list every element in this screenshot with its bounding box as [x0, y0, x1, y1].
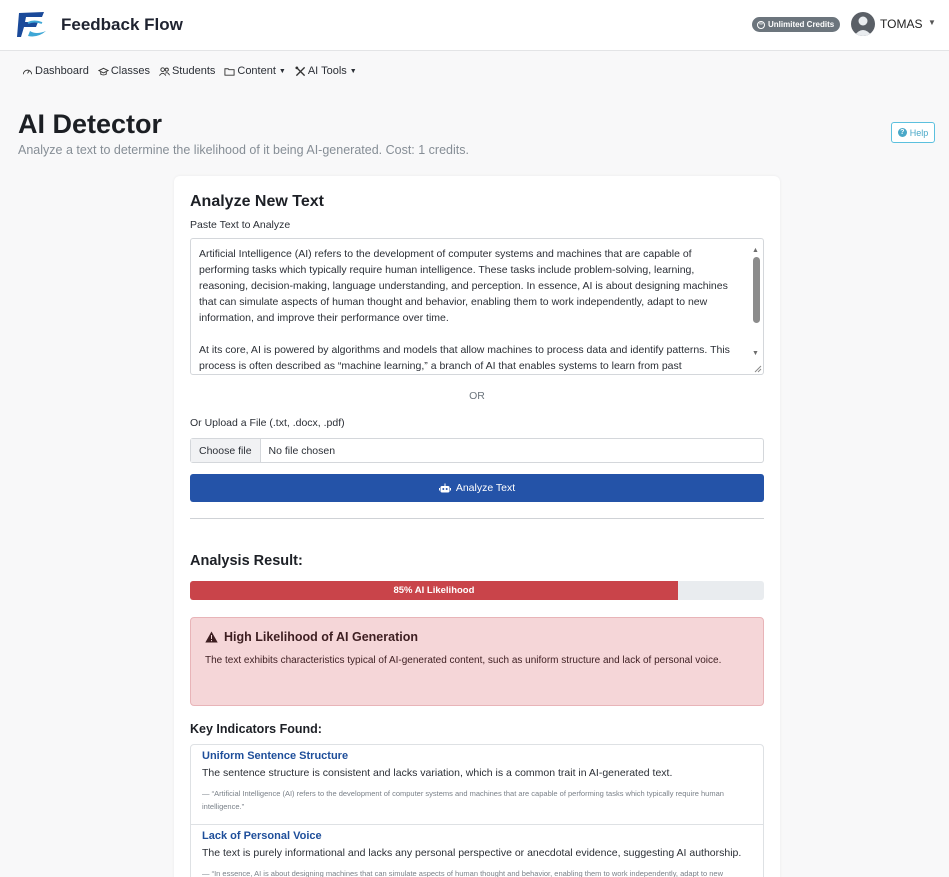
choose-file-button[interactable]: Choose file [191, 439, 261, 462]
list-item: Uniform Sentence Structure The sentence … [191, 745, 763, 825]
text-label: Paste Text to Analyze [190, 219, 291, 231]
caret-down-icon[interactable]: ▼ [928, 18, 936, 27]
robot-icon [438, 483, 451, 492]
progress-label: 85% AI Likelihood [393, 585, 475, 596]
result-alert: High Likelihood of AI Generation The tex… [190, 617, 764, 706]
indicator-name: Uniform Sentence Structure [202, 750, 349, 762]
graduation-cap-icon [97, 67, 109, 75]
nav-item-ai-tools[interactable]: AI Tools ▼ [295, 65, 357, 77]
nav-label: Content [237, 65, 276, 77]
folder-icon [224, 67, 235, 76]
text-paragraph: Artificial Intelligence (AI) refers to t… [199, 248, 728, 324]
avatar[interactable] [851, 12, 875, 36]
analyze-text-button[interactable]: Analyze Text [190, 474, 764, 502]
analyze-card: Analyze New Text Paste Text to Analyze A… [174, 176, 780, 877]
nav-item-dashboard[interactable]: Dashboard [22, 65, 89, 77]
textarea-scrollbar[interactable]: ▲ ▼ [751, 243, 761, 360]
card-title: Analyze New Text [190, 193, 324, 210]
nav-label: Classes [110, 65, 150, 77]
ai-likelihood-progress: 85% AI Likelihood [190, 581, 764, 600]
section-divider [190, 518, 764, 519]
indicators-title: Key Indicators Found: [190, 722, 322, 736]
page-title: AI Detector [18, 109, 163, 139]
credits-badge: ∞ Unlimited Credits [752, 17, 841, 32]
warning-triangle-icon [205, 631, 218, 643]
scroll-down-arrow-icon[interactable]: ▼ [752, 346, 759, 362]
indicator-quote: — “In essence, AI is about designing mac… [202, 869, 724, 877]
analyze-button-label: Analyze Text [455, 482, 516, 494]
people-icon [159, 66, 170, 76]
nav-label: Dashboard [35, 65, 89, 77]
list-item: Lack of Personal Voice The text is purel… [191, 825, 763, 877]
alert-body: The text exhibits characteristics typica… [205, 655, 722, 666]
credits-badge-label: Unlimited Credits [768, 20, 835, 29]
app-logo-icon[interactable] [16, 9, 48, 39]
progress-fill: 85% AI Likelihood [190, 581, 678, 600]
caret-down-icon: ▼ [349, 67, 357, 75]
file-name-text: No file chosen [268, 444, 336, 457]
nav-item-content[interactable]: Content ▼ [224, 65, 286, 77]
upload-label: Or Upload a File (.txt, .docx, .pdf) [190, 417, 345, 429]
help-button[interactable]: ? Help [891, 122, 935, 143]
result-title: Analysis Result: [190, 553, 303, 569]
nav-label: AI Tools [307, 65, 347, 77]
file-upload-input[interactable]: Choose file No file chosen [190, 438, 764, 463]
tools-icon [295, 65, 305, 76]
indicator-quote: — “Artificial Intelligence (AI) refers t… [202, 789, 724, 811]
help-label: Help [909, 127, 929, 138]
nav-item-classes[interactable]: Classes [97, 65, 150, 77]
indicators-list: Uniform Sentence Structure The sentence … [190, 744, 764, 877]
caret-down-icon: ▼ [278, 67, 286, 75]
scroll-thumb[interactable] [753, 257, 760, 323]
brand-name[interactable]: Feedback Flow [61, 15, 183, 35]
resize-grip-icon[interactable] [752, 363, 762, 373]
gauge-icon [22, 69, 33, 74]
alert-title: High Likelihood of AI Generation [224, 630, 418, 644]
user-menu-name[interactable]: TOMAS [880, 17, 922, 31]
main-nav: Dashboard Classes Students Content ▼ AI … [0, 52, 949, 90]
nav-label: Students [171, 65, 216, 77]
top-bar: Feedback Flow ∞ Unlimited Credits TOMAS … [0, 0, 949, 51]
nav-item-students[interactable]: Students [159, 65, 215, 77]
text-paragraph: At its core, AI is powered by algorithms… [199, 344, 730, 372]
indicator-description: The sentence structure is consistent and… [202, 767, 673, 779]
page-subtitle: Analyze a text to determine the likeliho… [18, 143, 469, 157]
infinity-icon: ∞ [757, 20, 765, 29]
question-circle-icon: ? [897, 128, 907, 137]
or-separator: OR [469, 390, 485, 402]
indicator-name: Lack of Personal Voice [202, 830, 322, 842]
text-to-analyze-input[interactable]: Artificial Intelligence (AI) refers to t… [190, 238, 764, 375]
indicator-description: The text is purely informational and lac… [202, 847, 742, 859]
